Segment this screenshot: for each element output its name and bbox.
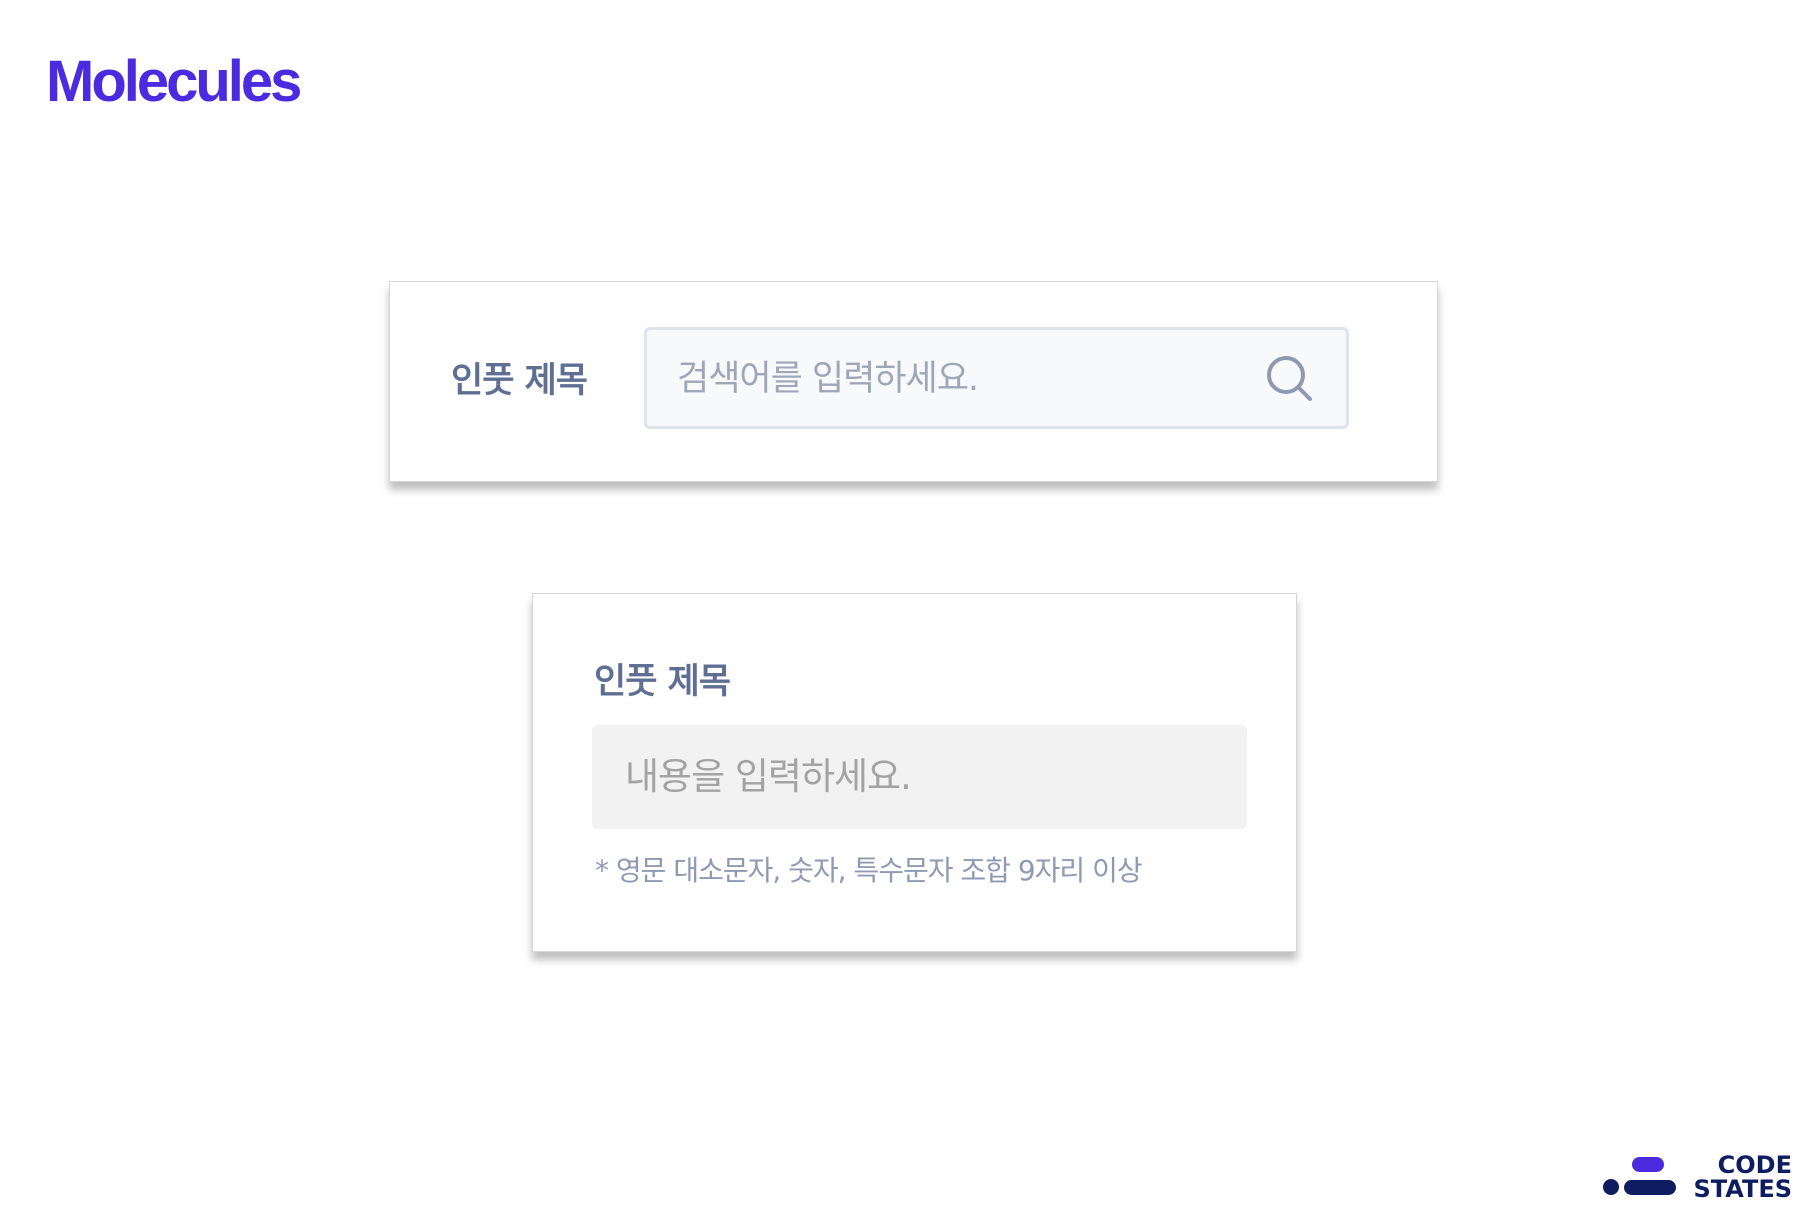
- content-input-placeholder: 내용을 입력하세요.: [625, 755, 912, 798]
- search-field-molecule: 인풋 제목 검색어를 입력하세요.: [389, 281, 1438, 482]
- content-field-molecule: 인풋 제목 내용을 입력하세요. * 영문 대소문자, 숫자, 특수문자 조합 …: [532, 593, 1297, 952]
- helper-text: * 영문 대소문자, 숫자, 특수문자 조합 9자리 이상: [595, 854, 1143, 887]
- search-icon[interactable]: [1262, 351, 1318, 407]
- logo-text-line1: CODE: [1717, 1151, 1792, 1179]
- search-input[interactable]: 검색어를 입력하세요.: [644, 327, 1349, 429]
- logo-text: CODE STATES: [1692, 1153, 1792, 1201]
- logo-text-line2: STATES: [1693, 1175, 1792, 1203]
- page-title: Molecules: [46, 49, 302, 114]
- search-field-label: 인풋 제목: [451, 361, 588, 401]
- codestates-logo: CODE STATES: [1602, 1153, 1792, 1203]
- content-field-label: 인풋 제목: [594, 662, 731, 702]
- logo-mark-icon: [1603, 1157, 1676, 1195]
- content-input[interactable]: 내용을 입력하세요.: [592, 725, 1247, 829]
- search-input-placeholder: 검색어를 입력하세요.: [677, 359, 979, 399]
